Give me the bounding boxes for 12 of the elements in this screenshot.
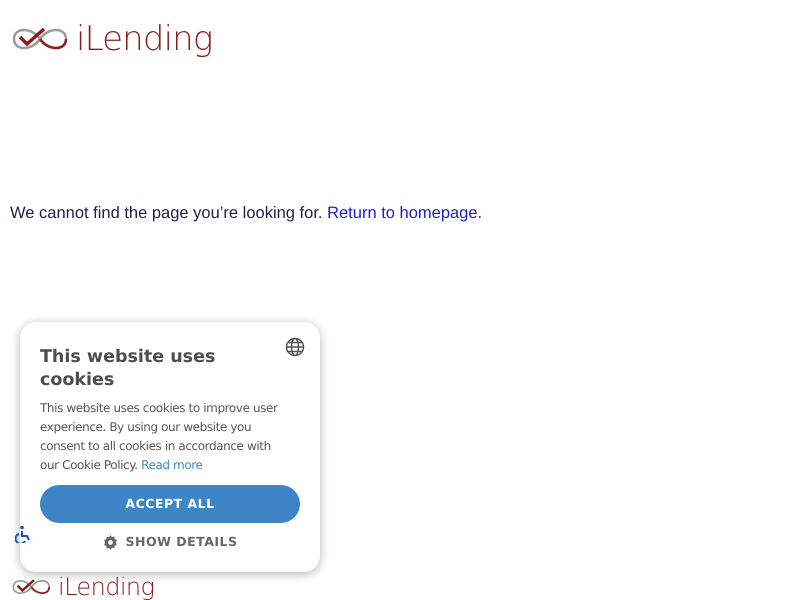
logo-text[interactable]: iLending xyxy=(58,575,154,599)
cookie-title: This website uses cookies xyxy=(40,346,216,392)
read-more-link[interactable]: Read more xyxy=(141,458,203,472)
accessibility-icon[interactable] xyxy=(15,525,31,543)
logo-text[interactable]: iLending xyxy=(76,22,212,56)
show-details-button[interactable]: SHOW DETAILS xyxy=(102,533,238,552)
error-message: We cannot find the page you’re looking for. xyxy=(10,204,322,222)
language-icon[interactable] xyxy=(285,337,305,357)
accept-all-button[interactable]: ACCEPT ALL xyxy=(40,485,300,523)
cookie-text: This website uses cookies to improve user experience. By using our website you consent to all cookies in accordance with our Cookie Policy. Read more xyxy=(40,400,279,474)
gear-icon xyxy=(102,534,118,550)
homepage-link[interactable]: Return to homepage. xyxy=(327,204,482,222)
